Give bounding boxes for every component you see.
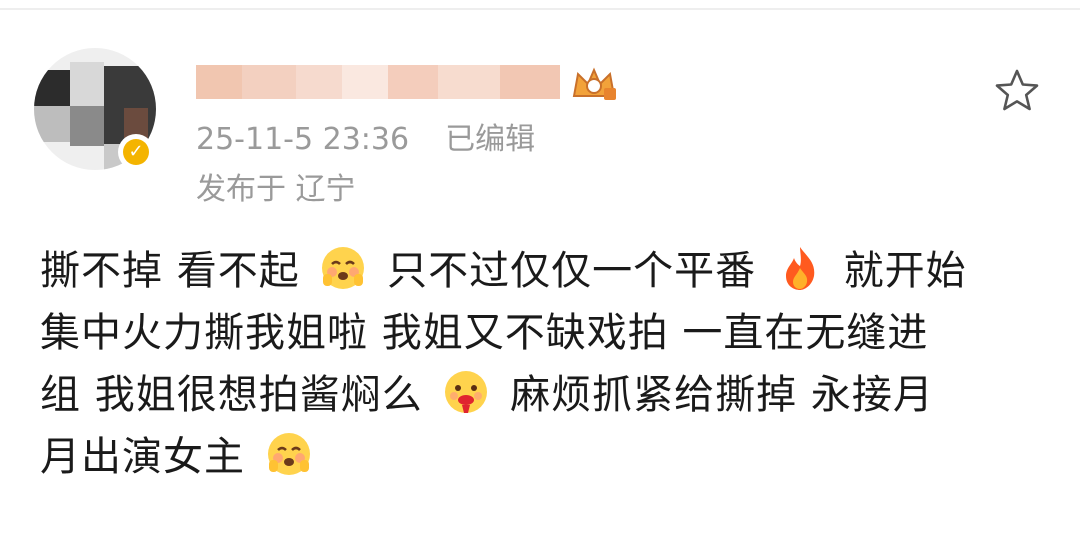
- text-segment: 麻烦抓紧给撕掉 永接月: [510, 372, 934, 418]
- favorite-star-icon[interactable]: [994, 68, 1040, 112]
- divider: [0, 8, 1080, 10]
- post-meta-time: 25-11-5 23:36 已编辑: [196, 122, 535, 158]
- verified-badge-icon: ✓: [118, 134, 154, 170]
- text-segment: 月出演女主: [40, 434, 245, 480]
- post-line: 集中火力撕我姐啦 我姐又不缺戏拍 一直在无缝进: [36, 302, 1050, 364]
- blush-face-emoji-icon: [267, 433, 310, 475]
- post-line: 月出演女主: [40, 426, 1050, 488]
- fire-emoji-icon: [785, 247, 815, 290]
- highlighted-text: 只不过仅仅一个平番: [383, 240, 763, 302]
- highlighted-text: 集中火力撕我姐啦: [36, 302, 374, 364]
- text-segment: 我姐又不缺戏拍 一直在无缝进: [381, 310, 929, 356]
- timestamp: 25-11-5 23:36: [196, 122, 410, 157]
- post-location: 发布于 辽宁: [196, 172, 356, 207]
- highlighted-text: 就开始: [839, 240, 973, 302]
- lipstick-face-emoji-icon: [445, 371, 488, 413]
- blush-face-emoji-icon: [322, 247, 365, 289]
- text-segment: 撕不掉 看不起: [40, 248, 300, 294]
- username-blurred[interactable]: [196, 62, 566, 102]
- text-segment: 组 我姐很想拍酱焖么: [40, 372, 423, 418]
- weibo-post: ✓ 25-11-5 23:36 已编辑 发布于 辽宁 撕不掉 看不起 只不过仅仅…: [0, 0, 1080, 540]
- post-line: 撕不掉 看不起 只不过仅仅一个平番 就开始: [40, 240, 1050, 302]
- vip-crown-icon: [572, 67, 616, 100]
- edited-label[interactable]: 已编辑: [445, 122, 535, 157]
- post-line: 组 我姐很想拍酱焖么 麻烦抓紧给撕掉 永接月: [40, 364, 1050, 426]
- post-body: 撕不掉 看不起 只不过仅仅一个平番 就开始 集中火力撕我姐啦 我姐又不缺戏拍 一…: [36, 240, 1050, 488]
